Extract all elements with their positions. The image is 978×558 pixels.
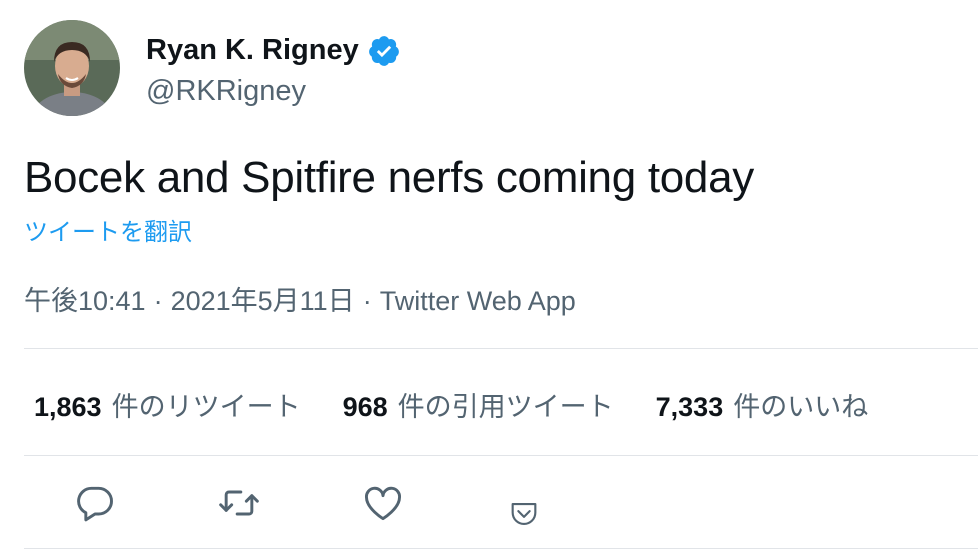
meta-separator: · (362, 286, 372, 316)
user-handle[interactable]: @RKRigney (146, 75, 401, 108)
tweet-text: Bocek and Spitfire nerfs coming today (24, 153, 754, 202)
quote-tweets-count: 968 (342, 392, 388, 422)
reply-icon (77, 486, 113, 522)
tweet-source[interactable]: Twitter Web App (380, 286, 576, 316)
likes-count: 7,333 (655, 392, 724, 422)
pocket-icon (511, 503, 537, 525)
retweets-count: 1,863 (34, 392, 102, 422)
meta-separator: · (153, 286, 163, 316)
divider (24, 348, 978, 349)
quote-tweets-label: 件の引用ツイート (397, 392, 614, 422)
retweets-stat[interactable]: 1,863 件のリツイート (34, 385, 301, 424)
reply-button[interactable] (70, 478, 120, 528)
retweet-icon (219, 490, 259, 516)
tweet-time[interactable]: 午後10:41 (24, 286, 146, 316)
retweet-button[interactable] (214, 478, 264, 528)
verified-badge-icon (367, 34, 401, 68)
profile-photo-icon (24, 20, 120, 116)
display-name[interactable]: Ryan K. Rigney (146, 34, 359, 67)
tweet-header: Ryan K. Rigney @RKRigney (24, 20, 401, 116)
action-bar (70, 478, 570, 538)
avatar[interactable] (24, 20, 120, 116)
tweet-meta: 午後10:41 · 2021年5月11日 · Twitter Web App (24, 279, 576, 318)
translate-link[interactable]: ツイートを翻訳 (24, 212, 192, 247)
quote-tweets-stat[interactable]: 968 件の引用ツイート (343, 385, 614, 424)
pocket-button[interactable] (504, 494, 544, 534)
likes-stat[interactable]: 7,333 件のいいね (656, 385, 869, 424)
like-button[interactable] (358, 478, 408, 528)
retweets-label: 件のリツイート (111, 392, 301, 422)
heart-icon (365, 486, 401, 521)
divider (24, 455, 978, 456)
tweet-date[interactable]: 2021年5月11日 (171, 286, 355, 316)
engagement-stats: 1,863 件のリツイート 968 件の引用ツイート 7,333 件のいいね (34, 385, 868, 424)
likes-label: 件のいいね (733, 392, 869, 422)
divider (24, 548, 978, 549)
